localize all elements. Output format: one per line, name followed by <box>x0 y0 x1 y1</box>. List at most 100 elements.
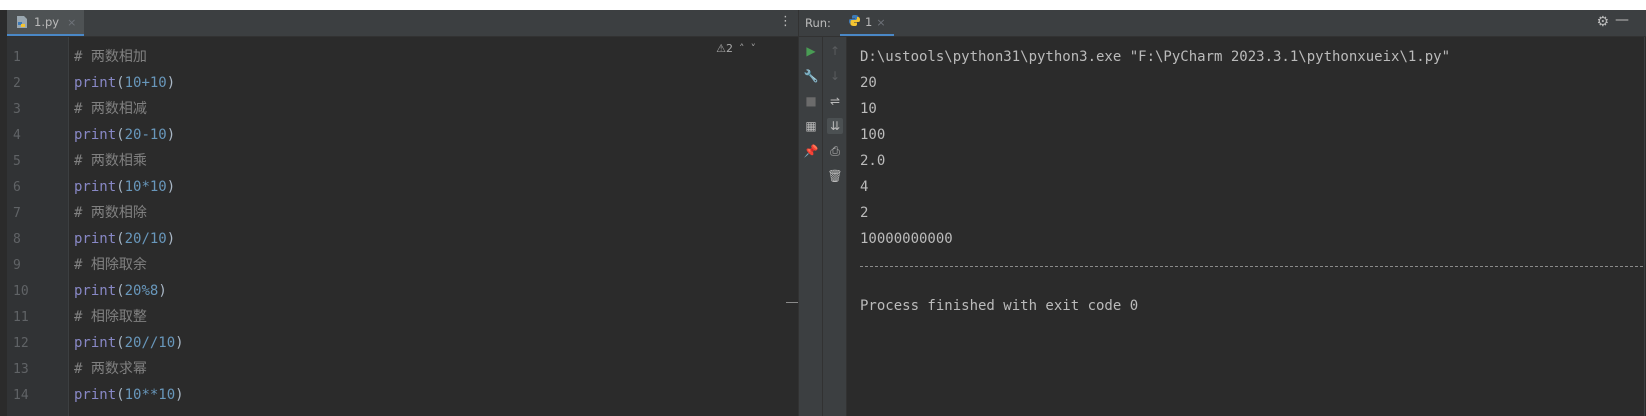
editor-more-icon[interactable]: ⋮ <box>779 15 792 29</box>
output-line: 10000000000 <box>860 231 953 247</box>
trash-icon[interactable]: 🗑 <box>827 168 843 184</box>
run-header: Run: 1 × ⚙ — <box>799 10 1646 37</box>
previous-highlight-icon[interactable]: ˄ <box>739 42 745 55</box>
rerun-icon[interactable]: ▶ <box>803 43 819 59</box>
process-finished-text: Process finished with exit code 0 <box>860 298 1139 314</box>
console-divider <box>860 266 1643 267</box>
code-area[interactable]: # 两数相加 print(10+10) # 两数相减 print(20-10) # 两数… <box>69 37 798 416</box>
close-paren: ) <box>166 231 176 247</box>
comment-text: # 两数相除 <box>74 205 147 221</box>
close-paren: ) <box>166 179 176 195</box>
right-edge <box>1644 37 1645 416</box>
stop-icon[interactable]: ■ <box>803 93 819 109</box>
down-arrow-icon[interactable]: ↓ <box>827 68 843 84</box>
close-tab-icon[interactable]: × <box>67 16 76 29</box>
code-line[interactable]: print(10**10) <box>74 382 184 409</box>
code-line[interactable]: # 相除取整 <box>74 304 147 331</box>
up-arrow-icon[interactable]: ↑ <box>827 43 843 59</box>
open-paren: ( <box>116 179 125 195</box>
call-arguments: 10**10 <box>124 387 176 403</box>
call-arguments: 20%8 <box>124 283 159 299</box>
code-line[interactable]: # 两数相乘 <box>74 148 147 175</box>
comment-text: # 两数相减 <box>74 101 147 117</box>
command-line: D:\ustools\python31\python3.exe "F:\PyCh… <box>860 49 1451 65</box>
function-name: print <box>74 335 117 351</box>
line-number: 10 <box>13 284 29 299</box>
call-arguments: 20/10 <box>124 231 167 247</box>
function-name: print <box>74 283 117 299</box>
line-number: 9 <box>13 258 21 273</box>
line-number: 2 <box>13 76 21 91</box>
inspection-widget[interactable]: ⚠2 ˄ ˅ <box>716 42 756 55</box>
code-line[interactable]: # 两数相减 <box>74 96 147 123</box>
close-paren: ) <box>175 387 184 403</box>
function-name: print <box>74 231 117 247</box>
open-paren: ( <box>116 127 125 143</box>
warning-icon[interactable]: ⚠2 <box>716 42 733 55</box>
code-line[interactable]: print(20/10) <box>74 226 175 253</box>
line-number: 1 <box>13 50 21 65</box>
call-arguments: 10*10 <box>124 179 167 195</box>
line-number: 5 <box>13 154 21 169</box>
scroll-to-end-icon[interactable]: ⇊ <box>827 118 843 134</box>
code-line[interactable]: print(10*10) <box>74 174 175 201</box>
layout-icon[interactable]: ▦ <box>803 118 819 134</box>
function-name: print <box>74 75 117 91</box>
line-number: 4 <box>13 128 21 143</box>
editor-tab-1py[interactable]: 1.py × <box>7 10 85 36</box>
code-line[interactable]: # 两数相加 <box>74 44 147 71</box>
line-number: 11 <box>13 310 29 325</box>
next-highlight-icon[interactable]: ˅ <box>751 42 757 55</box>
close-paren: ) <box>175 335 184 351</box>
code-line[interactable]: print(20//10) <box>74 330 184 357</box>
run-tool-window: Run: 1 × ⚙ — ▶ 🔧 ■ ▦ 📌 ↑ ↓ ⇌ ⇊ ⎙ 🗑 Process finish… <box>798 10 1646 416</box>
line-number: 7 <box>13 206 21 221</box>
soft-wrap-icon[interactable]: ⇌ <box>827 93 843 109</box>
close-run-tab-icon[interactable]: × <box>876 16 885 29</box>
close-paren: ) <box>166 127 176 143</box>
output-line: 20 <box>860 75 877 91</box>
call-arguments: 10+10 <box>124 75 167 91</box>
python-run-icon <box>848 14 861 30</box>
open-paren: ( <box>116 231 125 247</box>
scroll-marker <box>786 302 798 303</box>
code-line[interactable]: # 两数求幂 <box>74 356 147 383</box>
editor-tab-bar: 1.py × ⋮ <box>7 10 798 37</box>
run-tab-label: 1 <box>865 15 873 29</box>
run-tab-1[interactable]: 1 × <box>840 10 894 36</box>
output-line: 10 <box>860 101 877 117</box>
ide-window: 1.py × ⋮ 1 2 3 4 5 6 7 8 9 10 11 12 13 14 # 两数相加 print… <box>0 10 1646 416</box>
call-arguments: 20-10 <box>124 127 167 143</box>
line-number: 3 <box>13 102 21 117</box>
code-line[interactable]: # 相除取余 <box>74 252 147 279</box>
editor-tab-label: 1.py <box>34 15 60 29</box>
console-output[interactable]: Process finished with exit code 0 D:\ust… <box>856 37 1646 416</box>
gear-icon[interactable]: ⚙ <box>1596 14 1609 30</box>
line-number-gutter: 1 2 3 4 5 6 7 8 9 10 11 12 13 14 <box>7 37 69 416</box>
open-paren: ( <box>116 283 125 299</box>
python-file-icon <box>15 15 29 29</box>
close-paren: ) <box>166 75 176 91</box>
run-toolbar-left: ▶ 🔧 ■ ▦ 📌 <box>799 37 823 416</box>
code-line[interactable]: print(10+10) <box>74 70 175 97</box>
output-line: 2 <box>860 205 869 221</box>
minimize-icon[interactable]: — <box>1615 12 1629 28</box>
line-number: 13 <box>13 362 29 377</box>
pin-icon[interactable]: 📌 <box>803 143 819 159</box>
wrench-icon[interactable]: 🔧 <box>803 68 819 84</box>
code-line[interactable]: # 两数相除 <box>74 200 147 227</box>
open-paren: ( <box>116 387 125 403</box>
comment-text: # 两数求幂 <box>74 361 147 377</box>
print-icon[interactable]: ⎙ <box>827 143 843 159</box>
call-arguments: 20//10 <box>124 335 176 351</box>
open-paren: ( <box>116 75 125 91</box>
function-name: print <box>74 387 117 403</box>
comment-text: # 相除取余 <box>74 257 147 273</box>
output-line: 2.0 <box>860 153 886 169</box>
line-number: 12 <box>13 336 29 351</box>
code-line[interactable]: print(20%8) <box>74 278 167 305</box>
comment-text: # 两数相加 <box>74 49 147 65</box>
line-number: 8 <box>13 232 21 247</box>
code-line[interactable]: print(20-10) <box>74 122 175 149</box>
output-line: 100 <box>860 127 886 143</box>
